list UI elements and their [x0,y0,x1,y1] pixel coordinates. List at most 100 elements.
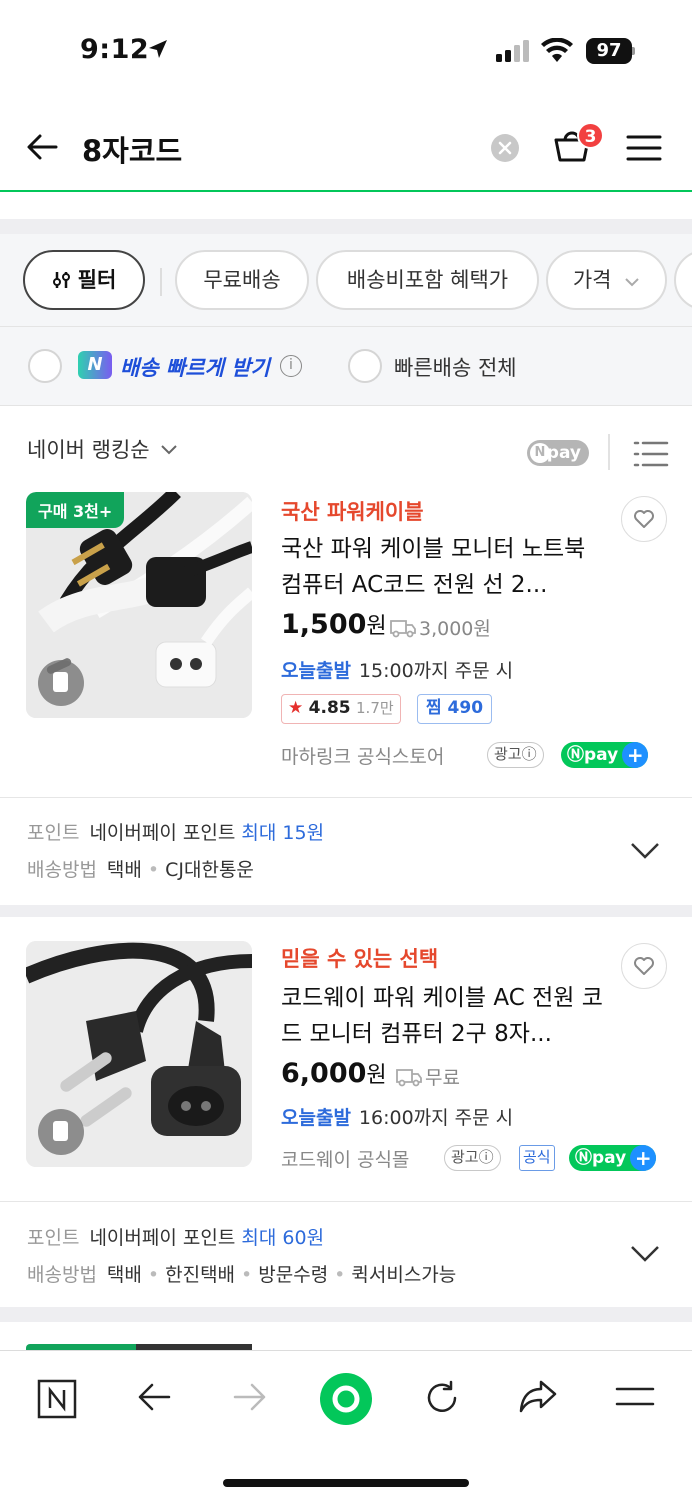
search-header: 8자코드 3 [0,100,692,192]
chip-separator [160,268,162,296]
fast-delivery-label[interactable]: 배송 빠르게 받기 [120,352,270,382]
forward-arrow-icon[interactable] [232,1379,268,1415]
cellular-signal-icon [496,40,529,62]
ad-badge[interactable]: 광고ⓘ [444,1145,501,1171]
n-delivery-icon: N [78,351,112,379]
chip-more[interactable] [674,250,692,310]
rating-count: 1.7만 [356,699,394,717]
info-icon[interactable]: i [280,355,302,377]
chevron-down-icon [625,278,639,287]
delivery-key: 배송방법 [27,859,97,881]
clear-search-icon[interactable] [491,134,519,162]
wishlist-heart-icon[interactable] [621,943,667,989]
npay-n-icon: Ⓝ [575,1148,592,1168]
wishlist-heart-icon[interactable] [621,496,667,542]
npay-n-icon: Ⓝ [567,745,584,765]
all-fast-delivery-label[interactable]: 빠른배송 전체 [394,352,517,382]
product-card[interactable]: 구매 3천+ 국산 파워케이블 국산 파워 케이블 모니터 노트북 컴퓨터 AC… [0,492,692,904]
rating-badge: ★ 4.85 1.7만 [281,694,401,724]
truck-icon [396,1069,422,1087]
point-text: 네이버페이 포인트 [89,1227,236,1249]
npay-badge-label: pay [584,745,619,765]
delivery-method: 택배 [106,859,142,881]
npay-badge: Ⓝpay + [569,1145,657,1171]
list-view-icon[interactable] [633,440,669,468]
back-arrow-icon[interactable] [136,1379,172,1415]
delivery-method: CJ대한통운 [165,859,254,881]
price-value: 6,000 [281,1058,367,1089]
home-indicator [223,1479,469,1487]
product-price: 1,500원 [281,608,387,640]
delivery-info: 배송방법 택배 • CJ대한통운 [27,859,254,881]
menu-icon[interactable] [626,134,662,162]
price-unit: 원 [366,614,387,639]
location-arrow-icon [149,40,167,58]
delivery-method: 택배 [106,1264,142,1286]
truck-icon [390,620,416,638]
ad-badge[interactable]: 광고ⓘ [487,742,544,768]
product-title[interactable]: 코드웨이 파워 케이블 AC 전원 코드 모니터 컴퓨터 2구 8자... [281,980,611,1052]
battery-icon: 97 [586,38,632,64]
refresh-icon[interactable] [423,1379,461,1417]
product-tag: 국산 파워케이블 [281,500,424,524]
store-name[interactable]: 코드웨이 공식몰 [281,1145,409,1172]
sort-dropdown[interactable]: 네이버 랭킹순 [27,434,178,464]
section-gap [0,905,692,917]
search-query[interactable]: 8자코드 [82,128,182,170]
expand-chevron-icon[interactable] [630,1245,660,1263]
delivery-method: 방문수령 [258,1264,329,1286]
chip-shipping-included-price[interactable]: 배송비포함 혜택가 [316,250,539,310]
status-time: 9:12 [80,34,150,65]
npay-toggle-label: pay [546,443,581,463]
card-divider [0,797,692,798]
similar-image-icon[interactable] [38,1109,84,1155]
naver-home-icon[interactable] [37,1379,77,1419]
product-title[interactable]: 국산 파워 케이블 모니터 노트북 컴퓨터 AC코드 전원 선 2... [281,531,611,603]
point-key: 포인트 [27,822,80,844]
fast-delivery-radio[interactable] [28,349,62,383]
delivery-method: 한진택배 [165,1264,236,1286]
npay-badge: Ⓝpay + [561,742,649,768]
cart-count-badge: 3 [577,122,604,149]
fast-delivery-bar: N 배송 빠르게 받기 i 빠른배송 전체 [0,326,692,406]
section-gap [0,1307,692,1322]
shipping-fee: 3,000원 [389,614,491,641]
delivery-method: 퀵서비스가능 [351,1264,457,1286]
back-arrow-icon[interactable] [26,132,58,162]
share-icon[interactable] [519,1379,557,1415]
status-bar: 9:12 97 [0,0,692,100]
all-fast-delivery-radio[interactable] [348,349,382,383]
point-key: 포인트 [27,1227,80,1249]
dispatch-info: 오늘출발 16:00까지 주문 시 [281,1103,513,1130]
npay-plus-icon: + [630,1145,657,1171]
filter-button[interactable]: 필터 [23,250,145,310]
expand-chevron-icon[interactable] [630,842,660,860]
product-image[interactable] [26,941,252,1167]
product-image[interactable]: 구매 3천+ [26,492,252,718]
rating-value: 4.85 [308,698,351,718]
dispatch-detail: 15:00까지 주문 시 [358,660,514,682]
point-info: 포인트 네이버페이 포인트 최대 15원 [27,818,324,845]
browser-toolbar [0,1350,692,1500]
card-divider [0,1201,692,1202]
dispatch-info: 오늘출발 15:00까지 주문 시 [281,656,513,683]
star-icon: ★ [288,698,304,718]
chip-price[interactable]: 가격 [546,250,667,310]
menu-icon[interactable] [615,1385,655,1409]
price-unit: 원 [366,1063,387,1088]
similar-image-icon[interactable] [38,660,84,706]
battery-tip [632,47,635,55]
point-max: 최대 60원 [241,1227,325,1249]
naver-green-dot-icon[interactable] [319,1372,373,1426]
npay-n-icon: N [530,443,550,463]
npay-filter-toggle[interactable]: Npay [527,440,589,466]
point-text: 네이버페이 포인트 [89,822,236,844]
store-name[interactable]: 마하링크 공식스토어 [281,742,444,769]
product-card[interactable]: 믿을 수 있는 선택 코드웨이 파워 케이블 AC 전원 코드 모니터 컴퓨터 … [0,941,692,1306]
section-gap [0,219,692,234]
delivery-key: 배송방법 [27,1264,97,1286]
wifi-icon [541,38,573,62]
chip-free-shipping[interactable]: 무료배송 [175,250,309,310]
shipping-fee: 무료 [395,1063,460,1090]
npay-badge-label: pay [592,1148,627,1168]
